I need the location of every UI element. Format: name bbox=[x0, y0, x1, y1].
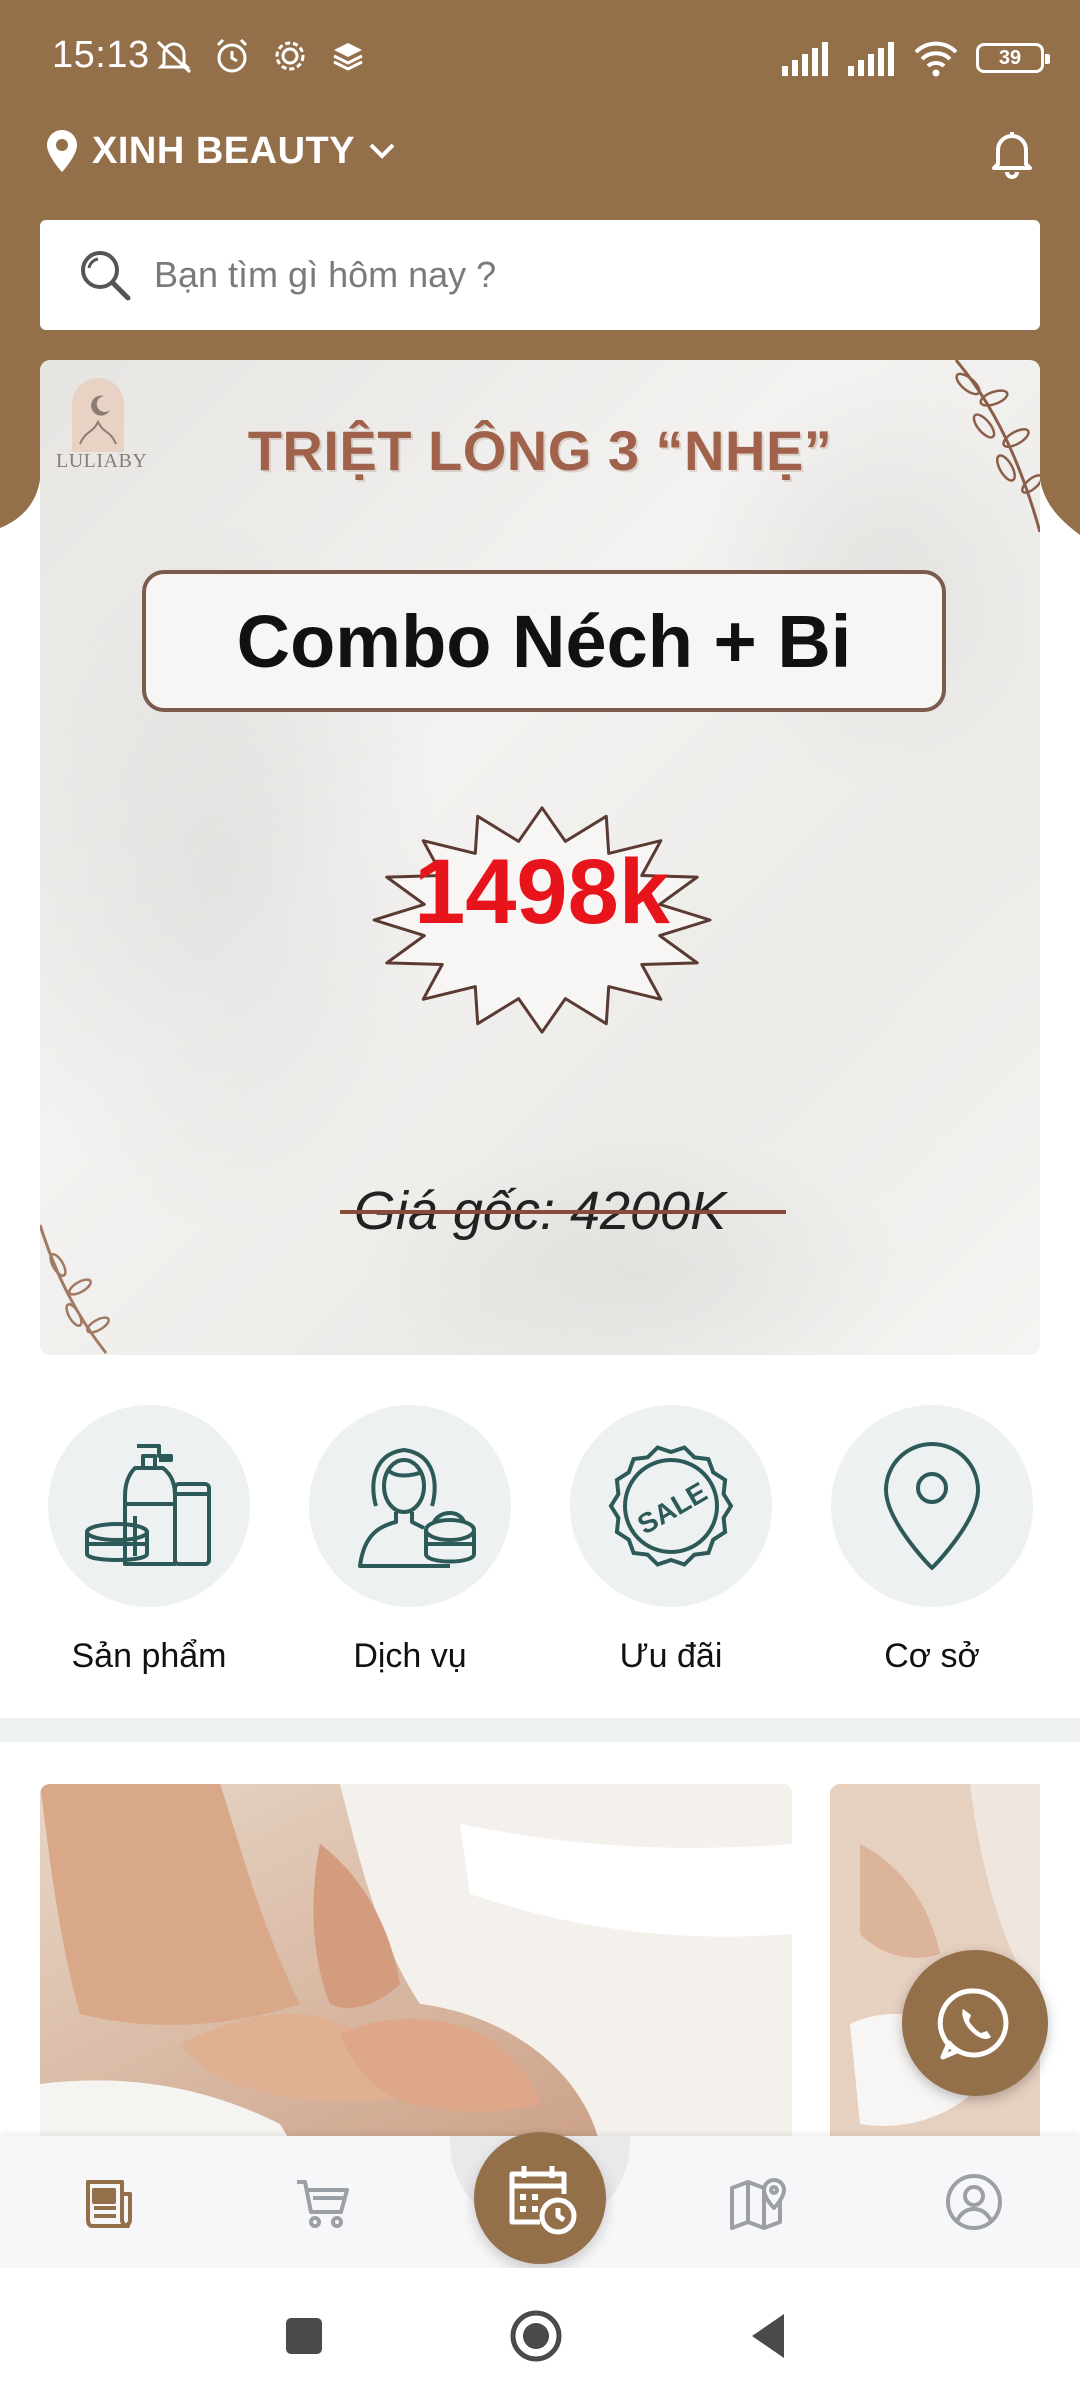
banner-title: TRIỆT LÔNG 3 “NHẸ” bbox=[247, 419, 833, 482]
category-circle: SALE bbox=[570, 1405, 772, 1607]
notification-bell-icon[interactable] bbox=[984, 124, 1040, 180]
signal-2-icon bbox=[848, 42, 894, 76]
status-bar: 15:13 39 bbox=[0, 0, 1080, 112]
category-services[interactable]: Dịch vụ bbox=[305, 1405, 515, 1676]
banner-combo-text: Combo Néch + Bi bbox=[236, 599, 852, 683]
category-label: Sản phẩm bbox=[71, 1637, 227, 1675]
promo-banner[interactable]: LULIABY TRIỆT LÔNG 3 “NHẸ” Combo Néch + … bbox=[40, 360, 1040, 1355]
service-card-massage[interactable] bbox=[40, 1784, 792, 2144]
mute-bell-icon bbox=[156, 40, 192, 74]
sale-badge-icon: SALE bbox=[608, 1445, 734, 1567]
profile-icon[interactable] bbox=[944, 2172, 1004, 2232]
calendar-clock-icon bbox=[509, 2166, 577, 2235]
banner-combo-box: Combo Néch + Bi bbox=[142, 570, 946, 712]
section-divider bbox=[0, 1718, 1080, 1742]
layers-icon bbox=[333, 43, 363, 71]
system-navigation-bar bbox=[0, 2268, 1080, 2400]
category-row: Sản phẩm Dịch vụ SALE Ưu đãi Cơ sở bbox=[0, 1405, 1080, 1705]
map-pin-icon[interactable] bbox=[728, 2172, 788, 2232]
category-locations[interactable]: Cơ sở bbox=[827, 1405, 1037, 1676]
search-icon bbox=[81, 251, 131, 301]
chevron-down-icon bbox=[369, 143, 395, 159]
category-label: Dịch vụ bbox=[353, 1637, 467, 1675]
category-circle bbox=[48, 1405, 250, 1607]
app-screen: 15:13 39 XINH BEAUTY Bạn tìm gì hôm nay … bbox=[0, 0, 1080, 2400]
settings-icon bbox=[275, 41, 305, 71]
wifi-icon bbox=[914, 41, 958, 77]
status-time: 15:13 bbox=[52, 34, 150, 76]
battery-indicator: 39 bbox=[976, 43, 1050, 73]
category-products[interactable]: Sản phẩm bbox=[44, 1405, 254, 1676]
banner-price: 1498k bbox=[414, 841, 670, 943]
cart-icon[interactable] bbox=[293, 2172, 353, 2232]
category-label: Ưu đãi bbox=[619, 1637, 723, 1675]
category-circle bbox=[309, 1405, 511, 1607]
location-pin-icon bbox=[47, 130, 77, 172]
category-offers[interactable]: SALE Ưu đãi bbox=[566, 1405, 776, 1676]
search-bar[interactable]: Bạn tìm gì hôm nay ? bbox=[40, 220, 1040, 330]
home-icon[interactable] bbox=[508, 2308, 564, 2364]
back-icon[interactable] bbox=[742, 2308, 798, 2364]
news-icon[interactable] bbox=[78, 2172, 138, 2232]
products-icon bbox=[85, 1444, 211, 1566]
location-pin-icon bbox=[884, 1442, 980, 1570]
booking-button[interactable] bbox=[474, 2132, 606, 2264]
category-circle bbox=[831, 1405, 1033, 1607]
location-selector[interactable]: XINH BEAUTY bbox=[44, 128, 397, 174]
alarm-icon bbox=[216, 38, 248, 73]
recent-apps-icon[interactable] bbox=[276, 2308, 332, 2364]
whatsapp-button[interactable] bbox=[902, 1950, 1048, 2096]
strikethrough-line bbox=[340, 1210, 786, 1214]
category-label: Cơ sở bbox=[884, 1637, 980, 1675]
search-input[interactable]: Bạn tìm gì hôm nay ? bbox=[154, 254, 496, 296]
svg-text:SALE: SALE bbox=[632, 1476, 712, 1540]
whatsapp-icon bbox=[937, 1988, 1009, 2060]
signal-1-icon bbox=[782, 42, 828, 76]
service-icon bbox=[358, 1448, 476, 1568]
location-name: XINH BEAUTY bbox=[92, 129, 356, 172]
massage-photo bbox=[40, 1784, 792, 2144]
